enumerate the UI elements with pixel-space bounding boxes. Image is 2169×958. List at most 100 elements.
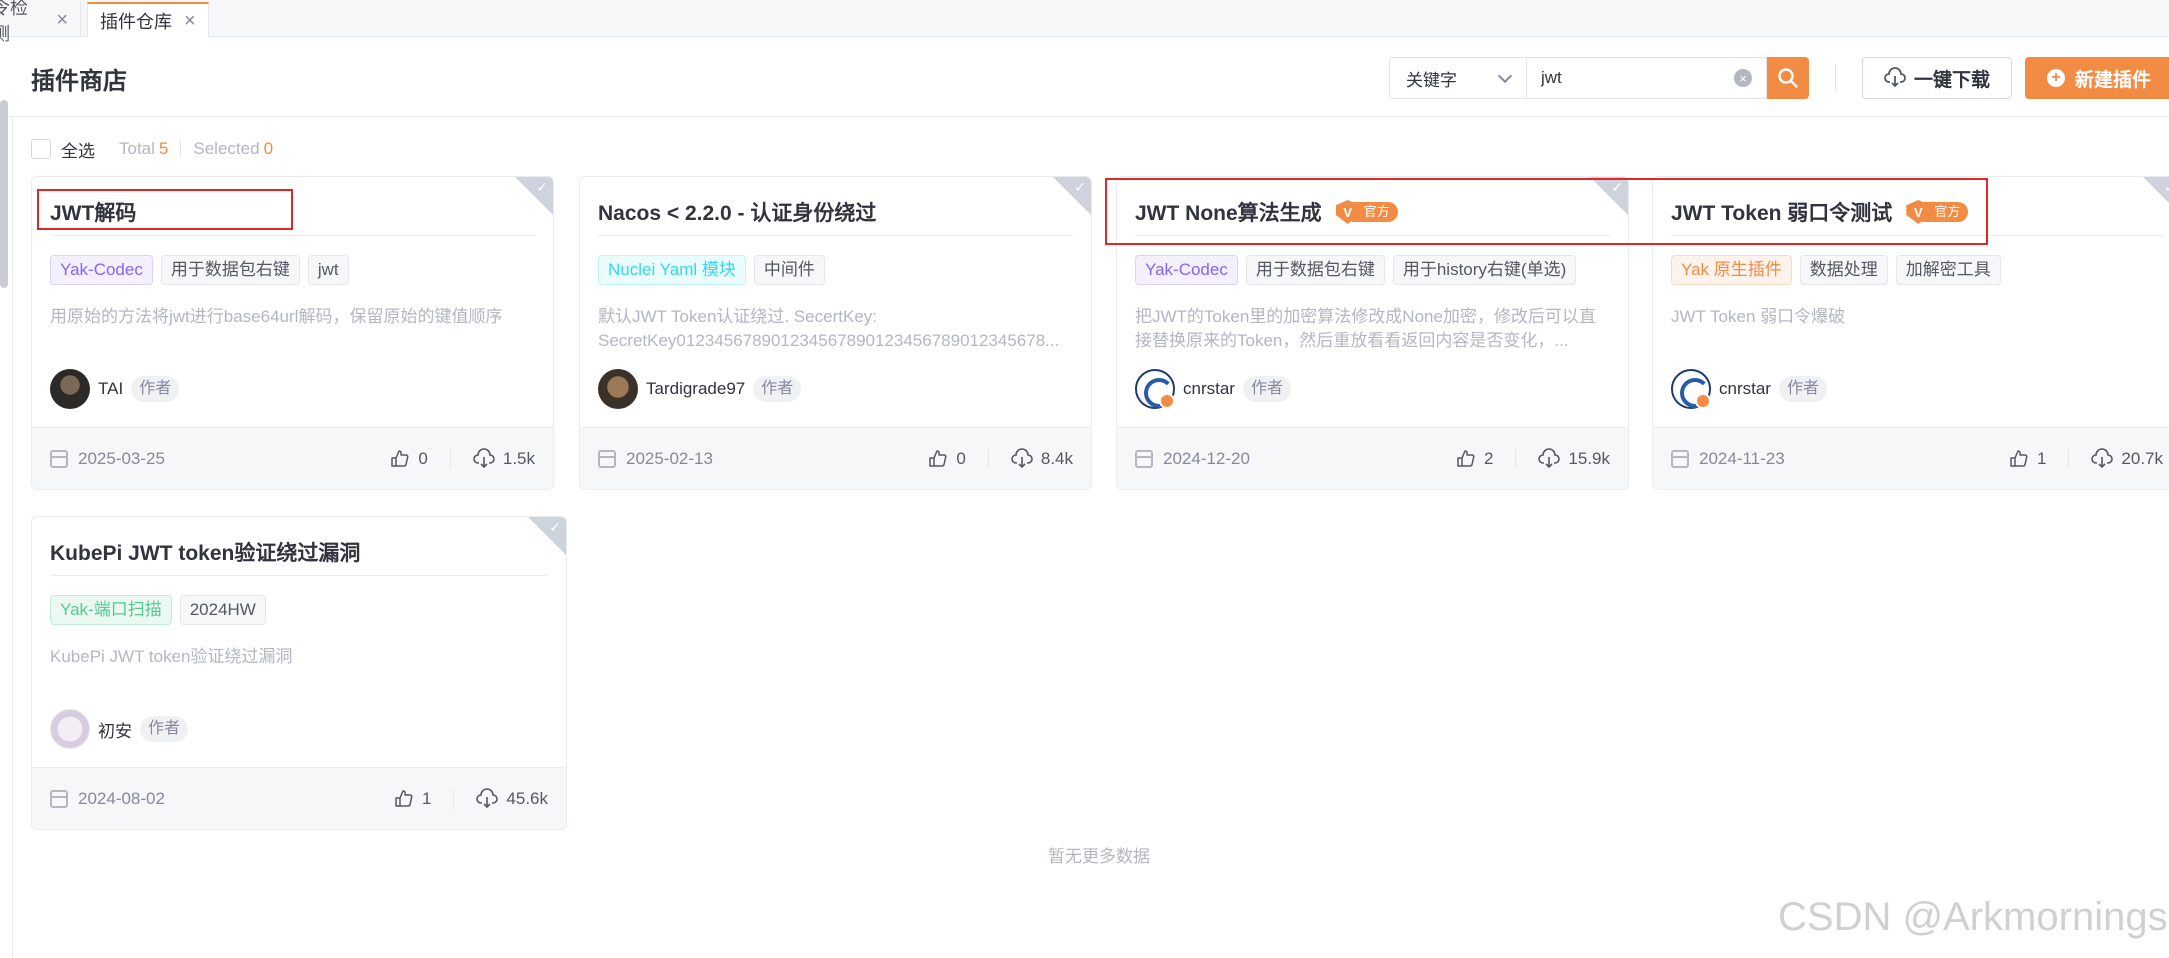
plugin-name: JWT Token 弱口令测试 [1671,202,1893,225]
plugin-description: 把JWT的Token里的加密算法修改成None加密，修改后可以直接替换原来的To… [1135,307,1596,350]
close-icon[interactable]: × [56,10,68,30]
like-button[interactable]: 1 [2009,449,2046,469]
divider [453,788,455,809]
plugin-name: KubePi JWT token验证绕过漏洞 [50,542,361,565]
download-stat[interactable]: 45.6k [476,787,548,810]
like-button[interactable]: 1 [394,789,431,809]
plugin-card[interactable]: ✓ JWT None算法生成 V 官方 Yak-Codec 用于数据包右键 用于hi… [1116,176,1629,490]
author-name[interactable]: Tardigrade97 [646,379,745,399]
tag-list: Nuclei Yaml 模块 中间件 [598,255,825,285]
avatar[interactable] [1135,369,1175,409]
author-info: cnrstar 作者 [1671,369,1827,409]
close-icon[interactable]: × [184,11,196,31]
plugin-tag: 数据处理 [1799,255,1888,285]
select-all-checkbox[interactable] [31,139,51,159]
date-text: 2024-11-23 [1699,448,1785,468]
plugin-description: 默认JWT Token认证绕过. SecertKey: SecretKey012… [598,307,1060,350]
watermark: CSDN @Arkmornings [1778,895,2168,939]
update-date: 2024-12-20 [1135,449,1456,469]
tab-command-detect[interactable]: 令检测 × [0,0,81,44]
like-count: 0 [956,448,966,468]
date-text: 2025-03-25 [78,448,165,468]
like-button[interactable]: 0 [928,448,966,469]
thumbs-up-icon [391,449,409,467]
divider [2068,448,2070,469]
vertical-scrollbar[interactable] [0,100,8,288]
author-name[interactable]: TAI [98,379,123,399]
plugin-title[interactable]: JWT Token 弱口令测试 V 官方 [1671,197,2163,227]
divider [449,448,451,469]
plugin-tag: Nuclei Yaml 模块 [598,255,746,285]
plugin-card[interactable]: ✓ JWT解码 Yak-Codec 用于数据包右键 jwt 用原始的方法将jwt进行… [31,176,554,490]
tab-label: 插件仓库 [100,11,172,32]
plugin-tag: 用于数据包右键 [160,255,300,285]
one-click-download-button[interactable]: 一键下载 [1862,57,2012,99]
search-type-value: 关键字 [1406,70,1457,90]
search-type-select[interactable]: 关键字 [1389,57,1527,99]
tab-bar: 令检测 × 插件仓库 × [0,0,2169,44]
download-stat[interactable]: 20.7k [2091,447,2163,470]
clear-icon[interactable]: × [1734,69,1752,87]
cloud-download-icon [1538,447,1561,468]
plugin-card[interactable]: ✓ JWT Token 弱口令测试 V 官方 Yak 原生插件数据处理加解密工具… [1652,176,2169,490]
new-plugin-button[interactable]: + 新建插件 [2025,57,2169,99]
plugin-card[interactable]: ✓ Nacos < 2.2.0 - 认证身份绕过 Nuclei Yaml 模块中… [579,176,1092,490]
calendar-icon [50,789,68,808]
search-button[interactable] [1767,57,1809,99]
divider [50,575,548,576]
page-title: 插件商店 [31,68,127,95]
verified-badge-icon [1695,393,1711,409]
avatar[interactable] [50,709,90,749]
calendar-icon [598,449,616,468]
plugin-card[interactable]: ✓ KubePi JWT token验证绕过漏洞 Yak-端口扫描 2024HW … [31,516,567,830]
plugin-title[interactable]: JWT解码 [50,197,535,227]
official-badge: V 官方 [1335,200,1398,224]
like-button[interactable]: 2 [1456,449,1493,469]
plugin-tag: Yak-Codec [1135,255,1238,285]
avatar[interactable] [1671,369,1711,409]
author-name[interactable]: cnrstar [1719,379,1771,399]
like-count: 0 [418,448,428,468]
thumbs-up-icon [395,789,413,807]
plugin-tag: Yak-Codec [50,255,153,285]
search-input[interactable] [1541,68,1721,88]
plugin-description: JWT Token 弱口令爆破 [1671,307,1846,326]
plugin-title[interactable]: Nacos < 2.2.0 - 认证身份绕过 [598,197,1073,227]
date-text: 2024-12-20 [1163,448,1250,468]
plugin-description: KubePi JWT token验证绕过漏洞 [50,647,293,666]
avatar[interactable] [598,369,638,409]
search-group: 关键字 × [1389,57,1809,99]
download-count: 15.9k [1568,448,1610,468]
download-stat[interactable]: 8.4k [1011,447,1073,470]
plugin-title[interactable]: JWT None算法生成 V 官方 [1135,197,1610,227]
divider [180,141,182,157]
author-name[interactable]: cnrstar [1183,379,1235,399]
plugin-tag: 用于数据包右键 [1245,255,1385,285]
download-stat[interactable]: 15.9k [1538,447,1610,470]
select-all-label[interactable]: 全选 [61,137,95,162]
update-date: 2024-08-02 [50,789,394,809]
plugin-tag: Yak 原生插件 [1671,255,1792,285]
divider [987,448,989,469]
like-button[interactable]: 0 [390,448,428,469]
selection-bar: 全选 Total 5 Selected 0 [31,136,273,162]
cloud-download-icon [476,787,499,808]
plugin-title[interactable]: KubePi JWT token验证绕过漏洞 [50,537,548,567]
card-footer: 2025-03-25 0 1.5k [32,427,553,489]
author-info: TAI 作者 [50,369,180,409]
download-stat[interactable]: 1.5k [473,447,535,470]
update-date: 2024-11-23 [1671,449,2009,469]
update-date: 2025-02-13 [598,449,928,469]
plugin-tag: Yak-端口扫描 [50,595,172,625]
selected-count: 0 [263,139,274,158]
like-count: 1 [421,788,432,808]
tag-list: Yak-端口扫描 2024HW [50,595,266,625]
role-badge: 作者 [753,376,802,402]
check-icon: ✓ [1074,179,1086,195]
author-name[interactable]: 初安 [98,717,132,742]
avatar[interactable] [50,369,90,409]
tab-plugin-repo[interactable]: 插件仓库 × [87,2,209,37]
header-divider [1835,64,1836,92]
search-field: × [1527,57,1767,99]
calendar-icon [1135,449,1153,468]
